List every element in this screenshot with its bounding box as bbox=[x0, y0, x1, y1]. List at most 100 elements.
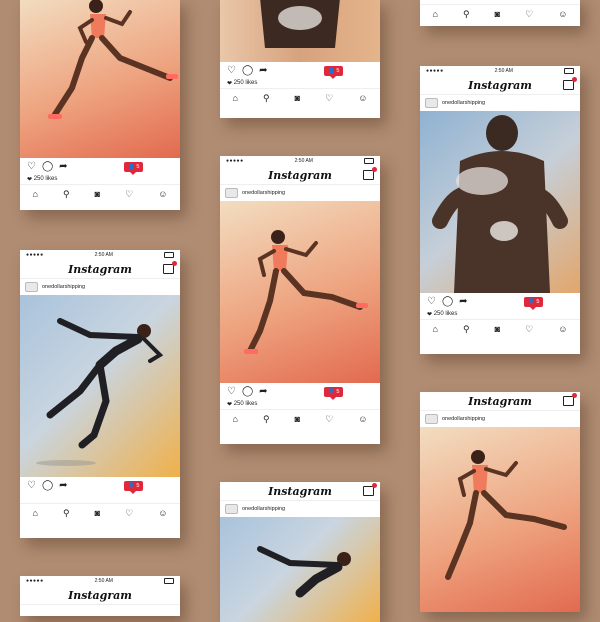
avatar[interactable] bbox=[25, 282, 38, 292]
signal-icon: ●●●●● bbox=[26, 578, 44, 584]
profile-icon[interactable]: ☺ bbox=[158, 189, 167, 199]
home-icon[interactable]: ⌂ bbox=[33, 189, 38, 199]
comment-icon[interactable]: ◯ bbox=[42, 161, 53, 172]
search-icon[interactable]: ⚲ bbox=[463, 9, 470, 20]
search-icon[interactable]: ⚲ bbox=[263, 93, 270, 104]
notification-badge[interactable]: 👤 5 bbox=[124, 162, 144, 175]
profile-icon[interactable]: ☺ bbox=[358, 93, 367, 103]
username[interactable]: onedollarshipping bbox=[242, 190, 285, 196]
heart-icon: ❤ bbox=[27, 176, 33, 183]
camera-icon[interactable]: ◙ bbox=[95, 508, 100, 518]
likes-row: 👤 5 bbox=[20, 481, 180, 503]
profile-icon[interactable]: ☺ bbox=[558, 324, 567, 334]
comment-icon[interactable]: ◯ bbox=[442, 296, 453, 307]
likes-row: ❤ 250 likes 👤 5 bbox=[220, 387, 380, 409]
post-header: onedollarshipping bbox=[220, 501, 380, 517]
camera-icon[interactable]: ◙ bbox=[495, 9, 500, 19]
post-card: 👤 5 ⌂ ⚲ ◙ ♡ ☺ bbox=[420, 0, 580, 26]
runner-image bbox=[244, 230, 368, 354]
username[interactable]: onedollarshipping bbox=[442, 416, 485, 422]
signal-icon: ●●●●● bbox=[226, 158, 244, 164]
heart-icon[interactable]: ♡ bbox=[125, 508, 133, 519]
heart-icon[interactable]: ♡ bbox=[227, 65, 236, 76]
inbox-icon[interactable] bbox=[363, 167, 377, 180]
search-icon[interactable]: ⚲ bbox=[63, 508, 70, 519]
home-icon[interactable]: ⌂ bbox=[433, 9, 438, 19]
heart-icon[interactable]: ♡ bbox=[325, 414, 333, 425]
avatar[interactable] bbox=[225, 504, 238, 514]
likes-count: 250 likes bbox=[233, 401, 258, 407]
post-photo bbox=[220, 201, 380, 383]
camera-icon[interactable]: ◙ bbox=[95, 189, 100, 199]
post-photo bbox=[20, 0, 180, 158]
home-icon[interactable]: ⌂ bbox=[233, 414, 238, 424]
instagram-logo: Instagram bbox=[468, 78, 532, 92]
inbox-icon[interactable] bbox=[163, 261, 177, 274]
comment-icon[interactable]: ◯ bbox=[242, 386, 253, 397]
inbox-icon[interactable] bbox=[563, 393, 577, 406]
notification-badge[interactable]: 👤 5 bbox=[324, 66, 344, 79]
post-card: ●●●●● 2:50 AM Instagram onedollarshippin… bbox=[220, 156, 380, 444]
runner-image bbox=[36, 318, 164, 466]
post-photo bbox=[420, 111, 580, 293]
status-bar: ●●●●● 2:50 AM bbox=[20, 576, 180, 586]
inbox-icon[interactable] bbox=[363, 483, 377, 496]
notification-badge[interactable]: 👤 5 bbox=[524, 297, 544, 310]
profile-icon[interactable]: ☺ bbox=[358, 414, 367, 424]
heart-icon[interactable]: ♡ bbox=[525, 324, 533, 335]
camera-icon[interactable]: ◙ bbox=[495, 324, 500, 334]
share-icon[interactable]: ➦ bbox=[259, 65, 267, 76]
post-card: Instagram onedollarshipping bbox=[220, 482, 380, 622]
post-header: onedollarshipping bbox=[420, 95, 580, 111]
profile-icon[interactable]: ☺ bbox=[158, 508, 167, 518]
battery-icon bbox=[364, 158, 374, 164]
avatar[interactable] bbox=[425, 414, 438, 424]
likes-count: 250 likes bbox=[233, 80, 258, 86]
home-icon[interactable]: ⌂ bbox=[33, 508, 38, 518]
post-card: ●●●●● 2:50 AM Instagram onedollarshippin… bbox=[420, 66, 580, 354]
bottom-nav: ⌂ ⚲ ◙ ♡ ☺ bbox=[20, 503, 180, 522]
post-actions: ♡ ◯ ➦ bbox=[220, 62, 380, 78]
share-icon[interactable]: ➦ bbox=[59, 480, 67, 491]
post-card: ●●●●● 2:50 AM Instagram bbox=[20, 576, 180, 616]
status-bar: ●●●●● 2:50 AM bbox=[220, 156, 380, 166]
notification-badge[interactable]: 👤 5 bbox=[324, 387, 344, 400]
share-icon[interactable]: ➦ bbox=[59, 161, 67, 172]
heart-icon[interactable]: ♡ bbox=[427, 296, 436, 307]
heart-icon[interactable]: ♡ bbox=[525, 9, 533, 20]
likes-count: 250 likes bbox=[433, 311, 458, 317]
username[interactable]: onedollarshipping bbox=[242, 506, 285, 512]
home-icon[interactable]: ⌂ bbox=[233, 93, 238, 103]
camera-icon[interactable]: ◙ bbox=[295, 414, 300, 424]
profile-icon[interactable]: ☺ bbox=[558, 9, 567, 19]
heart-icon[interactable]: ♡ bbox=[325, 93, 333, 104]
search-icon[interactable]: ⚲ bbox=[463, 324, 470, 335]
clock: 2:50 AM bbox=[494, 68, 513, 74]
bottom-nav: ⌂ ⚲ ◙ ♡ ☺ bbox=[20, 184, 180, 203]
comment-icon[interactable]: ◯ bbox=[242, 65, 253, 76]
heart-icon[interactable]: ♡ bbox=[27, 161, 36, 172]
battery-icon bbox=[564, 68, 574, 74]
share-icon[interactable]: ➦ bbox=[459, 296, 467, 307]
heart-icon: ❤ bbox=[227, 80, 233, 87]
camera-icon[interactable]: ◙ bbox=[295, 93, 300, 103]
app-header: Instagram bbox=[220, 482, 380, 501]
username[interactable]: onedollarshipping bbox=[442, 100, 485, 106]
username[interactable]: onedollarshipping bbox=[42, 284, 85, 290]
search-icon[interactable]: ⚲ bbox=[63, 189, 70, 200]
heart-icon[interactable]: ♡ bbox=[125, 189, 133, 200]
notification-badge[interactable]: 👤 5 bbox=[124, 481, 144, 494]
inbox-icon[interactable] bbox=[563, 77, 577, 90]
avatar[interactable] bbox=[425, 98, 438, 108]
athlete-image bbox=[260, 0, 340, 48]
comment-icon[interactable]: ◯ bbox=[42, 480, 53, 491]
post-header: onedollarshipping bbox=[220, 185, 380, 201]
share-icon[interactable]: ➦ bbox=[259, 386, 267, 397]
heart-icon[interactable]: ♡ bbox=[27, 480, 36, 491]
search-icon[interactable]: ⚲ bbox=[263, 414, 270, 425]
heart-icon[interactable]: ♡ bbox=[227, 386, 236, 397]
battery-icon bbox=[164, 252, 174, 258]
home-icon[interactable]: ⌂ bbox=[433, 324, 438, 334]
avatar[interactable] bbox=[225, 188, 238, 198]
post-photo bbox=[220, 517, 380, 622]
